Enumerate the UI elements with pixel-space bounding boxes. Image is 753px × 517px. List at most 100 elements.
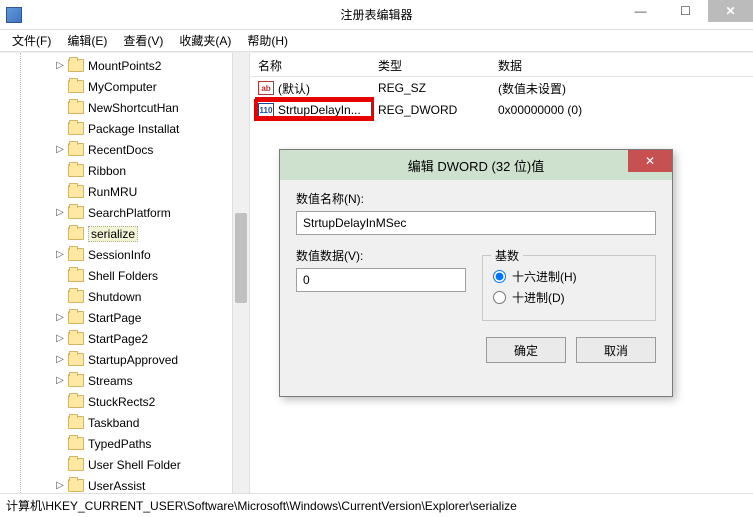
expand-icon[interactable]: ▷ [54,375,66,386]
minimize-button[interactable]: — [618,0,663,22]
expand-icon[interactable]: ▷ [54,354,66,365]
tree-item-user-shell-folder[interactable]: User Shell Folder [0,454,249,475]
folder-icon [68,164,84,177]
tree-item-searchplatform[interactable]: ▷ SearchPlatform [0,202,249,223]
radio-hex[interactable]: 十六进制(H) [493,268,645,285]
window-controls: — ☐ ✕ [618,0,753,22]
expand-icon[interactable]: ▷ [54,312,66,323]
value-name-input[interactable] [296,211,656,235]
base-fieldset: 基数 十六进制(H) 十进制(D) [482,255,656,321]
tree-item-recentdocs[interactable]: ▷RecentDocs [0,139,249,160]
expand-icon[interactable]: ▷ [54,249,66,260]
tree-item-typedpaths[interactable]: TypedPaths [0,433,249,454]
menu-edit[interactable]: 编辑(E) [59,30,115,51]
tree-item-label: NewShortcutHan [88,101,179,115]
value-type: REG_SZ [370,81,490,95]
radio-dec[interactable]: 十进制(D) [493,289,645,306]
tree-item-sessioninfo[interactable]: ▷ SessionInfo [0,244,249,265]
tree-item-label: MyComputer [88,80,157,94]
folder-icon [68,353,84,366]
tree-item-label: MountPoints2 [88,59,161,73]
menu-view[interactable]: 查看(V) [115,30,171,51]
close-button[interactable]: ✕ [708,0,753,22]
tree-item-shutdown[interactable]: Shutdown [0,286,249,307]
folder-icon [68,143,84,156]
folder-icon [68,458,84,471]
col-data[interactable]: 数据 [490,53,753,76]
expand-icon[interactable]: ▷ [54,60,66,71]
menu-favorites[interactable]: 收藏夹(A) [171,30,239,51]
radio-dec-input[interactable] [493,291,506,304]
value-data: 0x00000000 (0) [490,103,753,117]
folder-icon [68,416,84,429]
tree-item-taskband[interactable]: Taskband [0,412,249,433]
tree-item-stuckrects2[interactable]: StuckRects2 [0,391,249,412]
tree-item-label: SessionInfo [88,248,151,262]
tree-scrollbar[interactable] [232,53,249,493]
value-icon: 110 [258,103,274,117]
tree-item-ribbon[interactable]: Ribbon [0,160,249,181]
tree-item-newshortcuthan[interactable]: NewShortcutHan [0,97,249,118]
tree-item-userassist[interactable]: ▷ UserAssist [0,475,249,493]
menu-help[interactable]: 帮助(H) [239,30,296,51]
tree-item-label: StartPage2 [88,332,148,346]
folder-icon [68,59,84,72]
tree-item-label: Shell Folders [88,269,158,283]
cancel-button[interactable]: 取消 [576,337,656,363]
folder-icon [68,185,84,198]
window-title: 注册表编辑器 [340,6,412,23]
folder-icon [68,122,84,135]
value-type: REG_DWORD [370,103,490,117]
scrollbar-thumb[interactable] [235,213,247,303]
maximize-button[interactable]: ☐ [663,0,708,22]
dialog-close-button[interactable]: ✕ [628,150,672,172]
folder-icon [68,395,84,408]
expand-icon[interactable]: ▷ [54,333,66,344]
list-row[interactable]: ab (默认) REG_SZ(数值未设置) [250,77,753,99]
value-data-input[interactable] [296,268,466,292]
app-icon [6,7,22,23]
tree-item-label: Ribbon [88,164,126,178]
tree-item-label: Taskband [88,416,139,430]
tree-pane[interactable]: ▷ MountPoints2 MyComputer NewShortcutHan Pac… [0,53,250,493]
menu-file[interactable]: 文件(F) [4,30,59,51]
tree-item-startpage2[interactable]: ▷ StartPage2 [0,328,249,349]
folder-icon [68,332,84,345]
value-data: (数值未设置) [490,80,753,97]
value-name-label: 数值名称(N): [296,190,656,207]
tree-item-serialize[interactable]: serialize [0,223,249,244]
tree-item-runmru[interactable]: RunMRU [0,181,249,202]
tree-item-mycomputer[interactable]: MyComputer [0,76,249,97]
tree-item-label: serialize [88,226,138,242]
dialog-title: 编辑 DWORD (32 位)值 [408,156,545,175]
tree-item-label: Package Installat [88,122,179,136]
radio-hex-input[interactable] [493,270,506,283]
tree-item-label: User Shell Folder [88,458,181,472]
expand-icon[interactable]: ▷ [54,480,66,491]
folder-icon [68,374,84,387]
expand-icon[interactable]: ▷ [54,207,66,218]
value-icon: ab [258,81,274,95]
tree-item-startupapproved[interactable]: ▷ StartupApproved [0,349,249,370]
titlebar: 注册表编辑器 — ☐ ✕ [0,0,753,30]
tree-item-label: SearchPlatform [88,206,171,220]
folder-icon [68,101,84,114]
tree-item-label: StartupApproved [88,353,178,367]
col-type[interactable]: 类型 [370,53,490,76]
folder-icon [68,437,84,450]
tree-item-shell-folders[interactable]: Shell Folders [0,265,249,286]
value-name: (默认) [278,80,310,97]
list-header: 名称 类型 数据 [250,53,753,77]
tree-item-label: RunMRU [88,185,137,199]
tree-item-label: UserAssist [88,479,145,493]
tree-item-mountpoints2[interactable]: ▷ MountPoints2 [0,55,249,76]
col-name[interactable]: 名称 [250,53,370,76]
expand-icon[interactable]: ▷ [54,144,66,155]
tree-item-startpage[interactable]: ▷StartPage [0,307,249,328]
tree-item-package-installat[interactable]: Package Installat [0,118,249,139]
list-row[interactable]: 110StrtupDelayIn...REG_DWORD0x00000000 (… [250,99,753,121]
folder-icon [68,311,84,324]
ok-button[interactable]: 确定 [486,337,566,363]
dialog-titlebar[interactable]: 编辑 DWORD (32 位)值 ✕ [280,150,672,180]
tree-item-streams[interactable]: ▷Streams [0,370,249,391]
